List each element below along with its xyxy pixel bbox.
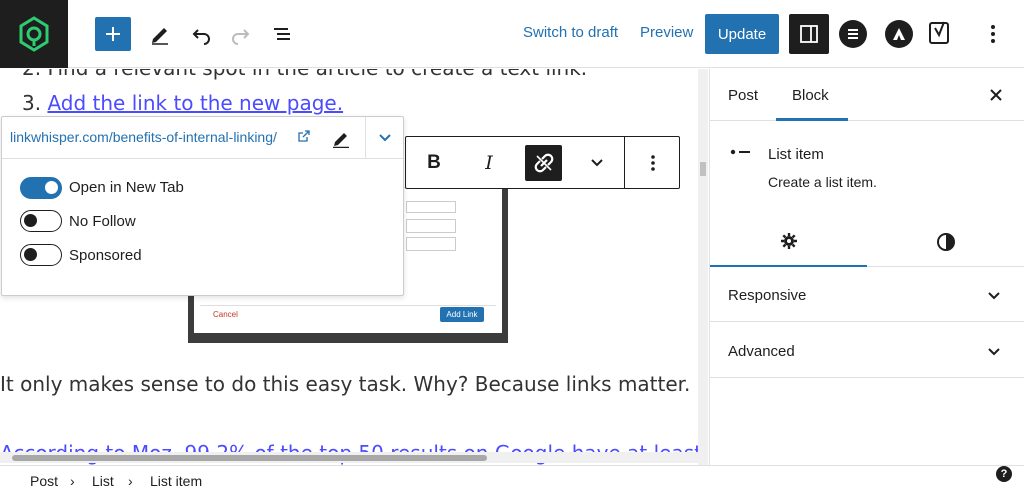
more-formatting-button[interactable] [584,151,610,175]
settings-toggle-button[interactable] [789,14,829,54]
help-icon: ? [1000,468,1008,480]
list-item-icon [730,149,750,155]
breadcrumb-separator: › [128,473,133,489]
plus-icon [106,27,120,41]
sponsored-label: Sponsored [69,247,142,264]
link-preview-row: linkwhisper.com/benefits-of-internal-lin… [2,117,403,159]
redo-icon [232,29,250,45]
undo-icon [192,29,210,45]
gear-icon [780,233,797,249]
block-card: List item Create a list item. [710,121,1024,267]
list-item-2[interactable]: 2. Find a relevant spot in the article t… [22,69,587,80]
no-follow-toggle[interactable] [20,210,62,232]
panel-advanced-title: Advanced [728,343,795,360]
link-url[interactable]: linkwhisper.com/benefits-of-internal-lin… [10,129,277,145]
elementor-plugin-button[interactable] [839,20,867,48]
open-in-new-tab-toggle[interactable] [20,177,62,199]
link-settings-popover: linkwhisper.com/benefits-of-internal-lin… [1,116,404,296]
editor-header: Switch to draft Preview Update [0,0,1024,68]
sponsored-toggle[interactable] [20,244,62,266]
panel-responsive[interactable]: Responsive [710,267,1024,322]
italic-button[interactable]: I [476,151,502,175]
external-link-icon [298,130,310,142]
yoast-plugin-button[interactable] [925,18,955,48]
document-overview-button[interactable] [268,20,296,48]
sidebar-icon [800,25,818,43]
editor-vertical-scrollbar[interactable] [698,69,708,465]
more-vertical-icon [651,155,655,171]
settings-sidebar: Post Block List item Create a list item. [709,69,1024,465]
chevron-down-icon [988,292,1000,300]
update-button[interactable]: Update [705,14,779,54]
chevron-down-icon [591,159,603,167]
list-item-link[interactable]: Add the link to the new page. [47,91,343,115]
italic-icon: I [485,152,493,174]
panel-responsive-title: Responsive [728,287,807,304]
help-button[interactable]: ? [996,466,1012,482]
screenshot-add-link-label: Add Link [440,307,484,322]
bold-button[interactable]: B [421,151,447,175]
leaf-logo-icon [19,16,49,52]
open-in-new-tab-label: Open in New Tab [69,179,184,196]
unlink-button[interactable] [525,145,562,181]
more-vertical-icon [991,25,995,43]
no-follow-label: No Follow [69,213,136,230]
yoast-icon [929,21,949,44]
list-number: 3. [22,91,48,115]
tab-block-styles[interactable] [867,217,1024,267]
toolbar-divider [624,137,625,188]
redo-button[interactable] [227,20,255,48]
block-options-button[interactable] [641,151,665,175]
tab-block-settings[interactable] [710,217,867,267]
paragraph[interactable]: It only makes sense to do this easy task… [0,372,690,396]
pencil-icon [333,133,349,148]
site-logo[interactable] [0,0,68,68]
breadcrumb-list-item[interactable]: List item [150,473,202,489]
preview-button[interactable]: Preview [640,24,693,41]
undo-button[interactable] [187,20,215,48]
contrast-icon [937,233,955,251]
editor-horizontal-scrollbar[interactable] [0,452,698,463]
list-item-3[interactable]: 3. Add the link to the new page. [22,91,343,115]
edit-link-button[interactable] [328,125,354,151]
block-name: List item [768,146,824,163]
block-toolbar: B I [405,136,680,189]
add-block-button[interactable] [95,17,131,51]
block-breadcrumb: Post › List › List item ? [0,465,1024,493]
close-icon [990,89,1002,101]
tab-post[interactable]: Post [728,87,758,104]
breadcrumb-post[interactable]: Post [30,473,58,489]
link-off-icon [534,153,553,173]
sidebar-tabs: Post Block [710,69,1024,121]
bold-icon: B [427,152,441,173]
tools-button[interactable] [146,20,174,48]
link-settings-toggle[interactable] [365,117,403,159]
options-menu-button[interactable] [980,20,1006,48]
breadcrumb-list[interactable]: List [92,473,114,489]
elementor-icon [848,29,858,39]
panel-advanced[interactable]: Advanced [710,322,1024,378]
list-view-icon [274,28,290,40]
switch-to-draft-button[interactable]: Switch to draft [523,24,618,41]
screenshot-cancel-label: Cancel [213,310,238,319]
tab-block[interactable]: Block [792,87,829,104]
breadcrumb-separator: › [70,473,75,489]
pencil-icon [152,28,168,45]
block-description: Create a list item. [768,174,877,190]
chevron-down-icon [988,348,1000,356]
chevron-down-icon [378,134,391,142]
astra-plugin-button[interactable] [885,20,913,48]
close-sidebar-button[interactable] [984,83,1008,107]
astra-icon [893,28,905,40]
